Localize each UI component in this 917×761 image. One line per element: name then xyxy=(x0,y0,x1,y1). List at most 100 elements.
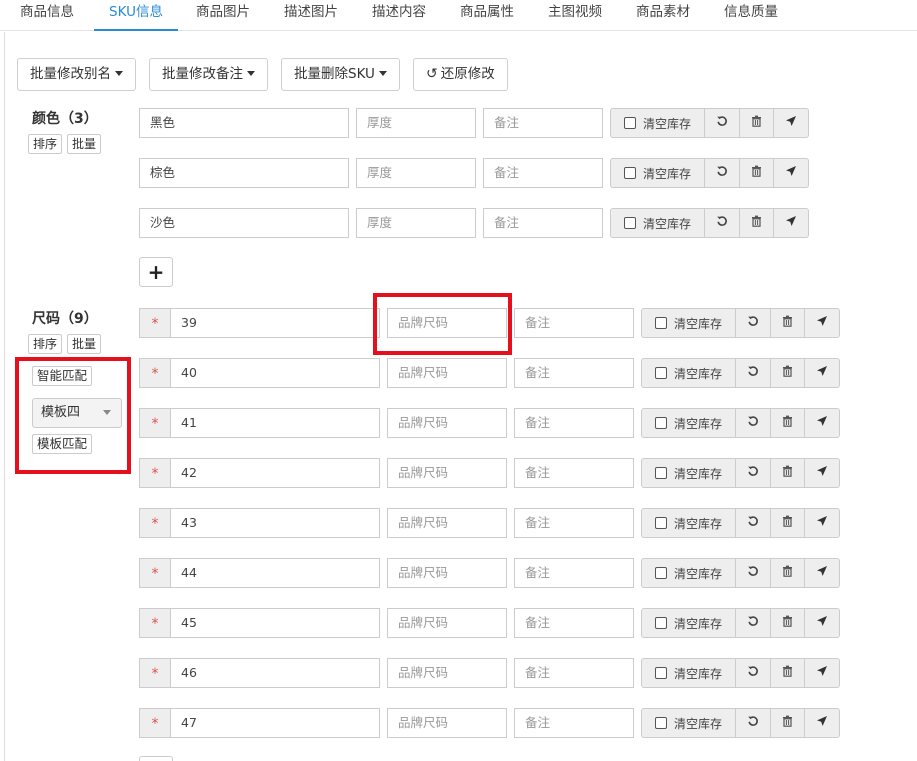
locate-button[interactable] xyxy=(804,559,839,587)
add-size-button[interactable] xyxy=(139,756,173,761)
size-value-input[interactable]: 43 xyxy=(170,508,380,538)
locate-button[interactable] xyxy=(773,109,808,137)
tab-product-images[interactable]: 商品图片 xyxy=(196,0,250,31)
note-input[interactable]: 备注 xyxy=(514,458,634,488)
size-value-input[interactable]: 44 xyxy=(170,558,380,588)
size-sort-button[interactable]: 排序 xyxy=(28,334,63,354)
reset-button[interactable] xyxy=(735,459,770,487)
size-value-input[interactable]: 39 xyxy=(170,308,380,338)
clear-stock-toggle[interactable]: 清空库存 xyxy=(642,709,735,737)
reset-button[interactable] xyxy=(704,159,739,187)
color-name-input[interactable]: 沙色 xyxy=(139,208,349,238)
reset-button[interactable] xyxy=(735,609,770,637)
locate-button[interactable] xyxy=(804,659,839,687)
note-input[interactable]: 备注 xyxy=(483,158,603,188)
reset-button[interactable] xyxy=(735,559,770,587)
clear-stock-toggle[interactable]: 清空库存 xyxy=(642,359,735,387)
delete-button[interactable] xyxy=(738,159,774,187)
delete-button[interactable] xyxy=(769,559,805,587)
size-value-input[interactable]: 46 xyxy=(170,658,380,688)
size-value-input[interactable]: 45 xyxy=(170,608,380,638)
reset-button[interactable] xyxy=(735,409,770,437)
size-value-input[interactable]: 42 xyxy=(170,458,380,488)
note-input[interactable]: 备注 xyxy=(514,558,634,588)
clear-stock-toggle[interactable]: 清空库存 xyxy=(642,559,735,587)
add-color-button[interactable]: + xyxy=(139,257,173,287)
delete-button[interactable] xyxy=(769,459,805,487)
clear-stock-checkbox[interactable] xyxy=(655,467,668,479)
thickness-input[interactable]: 厚度 xyxy=(356,158,476,188)
thickness-input[interactable]: 厚度 xyxy=(356,208,476,238)
delete-button[interactable] xyxy=(769,609,805,637)
brand-size-input[interactable]: 品牌尺码 xyxy=(387,458,507,488)
batch-edit-alias-button[interactable]: 批量修改别名 xyxy=(17,58,136,91)
locate-button[interactable] xyxy=(773,159,808,187)
delete-button[interactable] xyxy=(769,709,805,737)
note-input[interactable]: 备注 xyxy=(514,358,634,388)
clear-stock-toggle[interactable]: 清空库存 xyxy=(642,609,735,637)
delete-button[interactable] xyxy=(769,309,805,337)
clear-stock-toggle[interactable]: 清空库存 xyxy=(611,159,704,187)
reset-button[interactable] xyxy=(735,659,770,687)
reset-button[interactable] xyxy=(735,309,770,337)
brand-size-input[interactable]: 品牌尺码 xyxy=(387,608,507,638)
clear-stock-checkbox[interactable] xyxy=(624,217,637,229)
delete-button[interactable] xyxy=(769,359,805,387)
delete-button[interactable] xyxy=(738,209,774,237)
clear-stock-toggle[interactable]: 清空库存 xyxy=(642,409,735,437)
locate-button[interactable] xyxy=(804,359,839,387)
reset-button[interactable] xyxy=(704,209,739,237)
tab-product-materials[interactable]: 商品素材 xyxy=(636,0,690,31)
reset-button[interactable] xyxy=(735,509,770,537)
color-batch-button[interactable]: 批量 xyxy=(67,134,102,154)
clear-stock-toggle[interactable]: 清空库存 xyxy=(642,659,735,687)
clear-stock-toggle[interactable]: 清空库存 xyxy=(611,209,704,237)
tab-product-attributes[interactable]: 商品属性 xyxy=(460,0,514,31)
note-input[interactable]: 备注 xyxy=(514,408,634,438)
tab-main-video[interactable]: 主图视频 xyxy=(548,0,602,31)
size-value-input[interactable]: 47 xyxy=(170,708,380,738)
delete-button[interactable] xyxy=(769,409,805,437)
reset-button[interactable] xyxy=(735,709,770,737)
note-input[interactable]: 备注 xyxy=(483,208,603,238)
note-input[interactable]: 备注 xyxy=(514,308,634,338)
locate-button[interactable] xyxy=(804,609,839,637)
clear-stock-checkbox[interactable] xyxy=(655,367,668,379)
size-value-input[interactable]: 41 xyxy=(170,408,380,438)
tab-description-images[interactable]: 描述图片 xyxy=(284,0,338,31)
tab-sku-info[interactable]: SKU信息 xyxy=(94,0,178,31)
brand-size-input[interactable]: 品牌尺码 xyxy=(387,508,507,538)
locate-button[interactable] xyxy=(804,409,839,437)
size-batch-button[interactable]: 批量 xyxy=(67,334,102,354)
restore-changes-button[interactable]: ↺ 还原修改 xyxy=(413,58,508,91)
clear-stock-checkbox[interactable] xyxy=(624,167,637,179)
clear-stock-checkbox[interactable] xyxy=(655,717,668,729)
color-name-input[interactable]: 黑色 xyxy=(139,108,349,138)
brand-size-input[interactable]: 品牌尺码 xyxy=(387,358,507,388)
clear-stock-toggle[interactable]: 清空库存 xyxy=(642,309,735,337)
brand-size-input[interactable]: 品牌尺码 xyxy=(387,408,507,438)
color-name-input[interactable]: 棕色 xyxy=(139,158,349,188)
delete-button[interactable] xyxy=(738,109,774,137)
clear-stock-checkbox[interactable] xyxy=(624,117,637,129)
tab-product-info[interactable]: 商品信息 xyxy=(20,0,74,31)
clear-stock-checkbox[interactable] xyxy=(655,417,668,429)
note-input[interactable]: 备注 xyxy=(514,608,634,638)
locate-button[interactable] xyxy=(773,209,808,237)
clear-stock-toggle[interactable]: 清空库存 xyxy=(642,459,735,487)
batch-delete-sku-button[interactable]: 批量删除SKU xyxy=(281,58,400,91)
locate-button[interactable] xyxy=(804,509,839,537)
clear-stock-checkbox[interactable] xyxy=(655,617,668,629)
reset-button[interactable] xyxy=(704,109,739,137)
clear-stock-toggle[interactable]: 清空库存 xyxy=(611,109,704,137)
reset-button[interactable] xyxy=(735,359,770,387)
tab-info-quality[interactable]: 信息质量 xyxy=(724,0,778,31)
note-input[interactable]: 备注 xyxy=(514,708,634,738)
locate-button[interactable] xyxy=(804,309,839,337)
clear-stock-checkbox[interactable] xyxy=(655,317,668,329)
note-input[interactable]: 备注 xyxy=(514,508,634,538)
clear-stock-checkbox[interactable] xyxy=(655,517,668,529)
batch-edit-note-button[interactable]: 批量修改备注 xyxy=(149,58,268,91)
delete-button[interactable] xyxy=(769,509,805,537)
clear-stock-checkbox[interactable] xyxy=(655,567,668,579)
